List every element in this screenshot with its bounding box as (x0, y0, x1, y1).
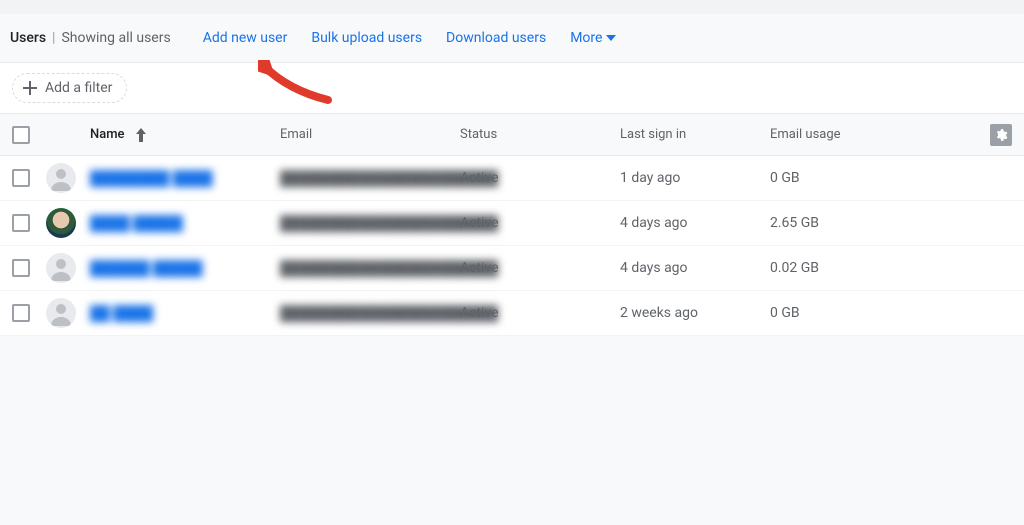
user-email-usage: 0.02 GB (770, 260, 910, 276)
column-header-status[interactable]: Status (460, 127, 620, 142)
select-all-checkbox[interactable] (12, 126, 30, 144)
plus-icon (23, 81, 37, 95)
table-row[interactable]: ██ ██████████████████████████Active2 wee… (0, 291, 1024, 336)
user-name: ████ █████ (90, 215, 183, 232)
user-last-sign-in: 1 day ago (620, 170, 770, 186)
avatar (46, 298, 76, 328)
user-email: ██████████████████████ (280, 305, 498, 322)
more-label: More (570, 30, 602, 46)
columns-settings-button[interactable] (990, 124, 1012, 146)
page-header: Users | Showing all users Add new user B… (0, 14, 1024, 62)
add-filter-label: Add a filter (45, 80, 112, 96)
user-last-sign-in: 4 days ago (620, 260, 770, 276)
column-header-name-label: Name (90, 127, 125, 142)
bulk-upload-users-link[interactable]: Bulk upload users (307, 28, 426, 48)
column-header-last-sign-in[interactable]: Last sign in (620, 127, 770, 142)
avatar (46, 163, 76, 193)
person-icon (46, 163, 76, 193)
user-email: ██████████████████████ (280, 215, 498, 232)
title-divider: | (52, 30, 55, 46)
table-row[interactable]: ████ ███████████████████████████Active4 … (0, 201, 1024, 246)
user-email-usage: 0 GB (770, 305, 910, 321)
page-title: Users (10, 30, 46, 46)
user-last-sign-in: 2 weeks ago (620, 305, 770, 321)
user-last-sign-in: 4 days ago (620, 215, 770, 231)
user-name: ██████ █████ (90, 260, 203, 277)
add-filter-chip[interactable]: Add a filter (12, 73, 127, 103)
users-table: Name Email Status Last sign in Email usa… (0, 114, 1024, 336)
avatar (46, 253, 76, 283)
table-header: Name Email Status Last sign in Email usa… (0, 114, 1024, 156)
user-email-usage: 0 GB (770, 170, 910, 186)
more-menu[interactable]: More (566, 28, 620, 48)
user-name: ██ ████ (90, 305, 153, 322)
top-strip (0, 0, 1024, 14)
user-email-usage: 2.65 GB (770, 215, 910, 231)
sort-ascending-icon (135, 128, 147, 142)
column-header-email[interactable]: Email (280, 127, 460, 142)
person-icon (46, 298, 76, 328)
page-subtitle: Showing all users (61, 30, 170, 46)
user-name: ████████ ████ (90, 170, 213, 187)
user-email: ██████████████████████ (280, 260, 498, 277)
filter-row: Add a filter (0, 62, 1024, 114)
row-checkbox[interactable] (12, 214, 30, 232)
row-checkbox[interactable] (12, 169, 30, 187)
row-checkbox[interactable] (12, 304, 30, 322)
add-new-user-link[interactable]: Add new user (199, 28, 292, 48)
column-header-email-usage[interactable]: Email usage (770, 127, 910, 142)
table-row[interactable]: ██████ ███████████████████████████Active… (0, 246, 1024, 291)
row-checkbox[interactable] (12, 259, 30, 277)
person-icon (46, 253, 76, 283)
caret-down-icon (606, 35, 616, 41)
column-header-name[interactable]: Name (90, 127, 280, 142)
user-email: ██████████████████████ (280, 170, 498, 187)
download-users-link[interactable]: Download users (442, 28, 550, 48)
avatar (46, 208, 76, 238)
gear-icon (994, 128, 1008, 142)
table-row[interactable]: ████████ ██████████████████████████Activ… (0, 156, 1024, 201)
